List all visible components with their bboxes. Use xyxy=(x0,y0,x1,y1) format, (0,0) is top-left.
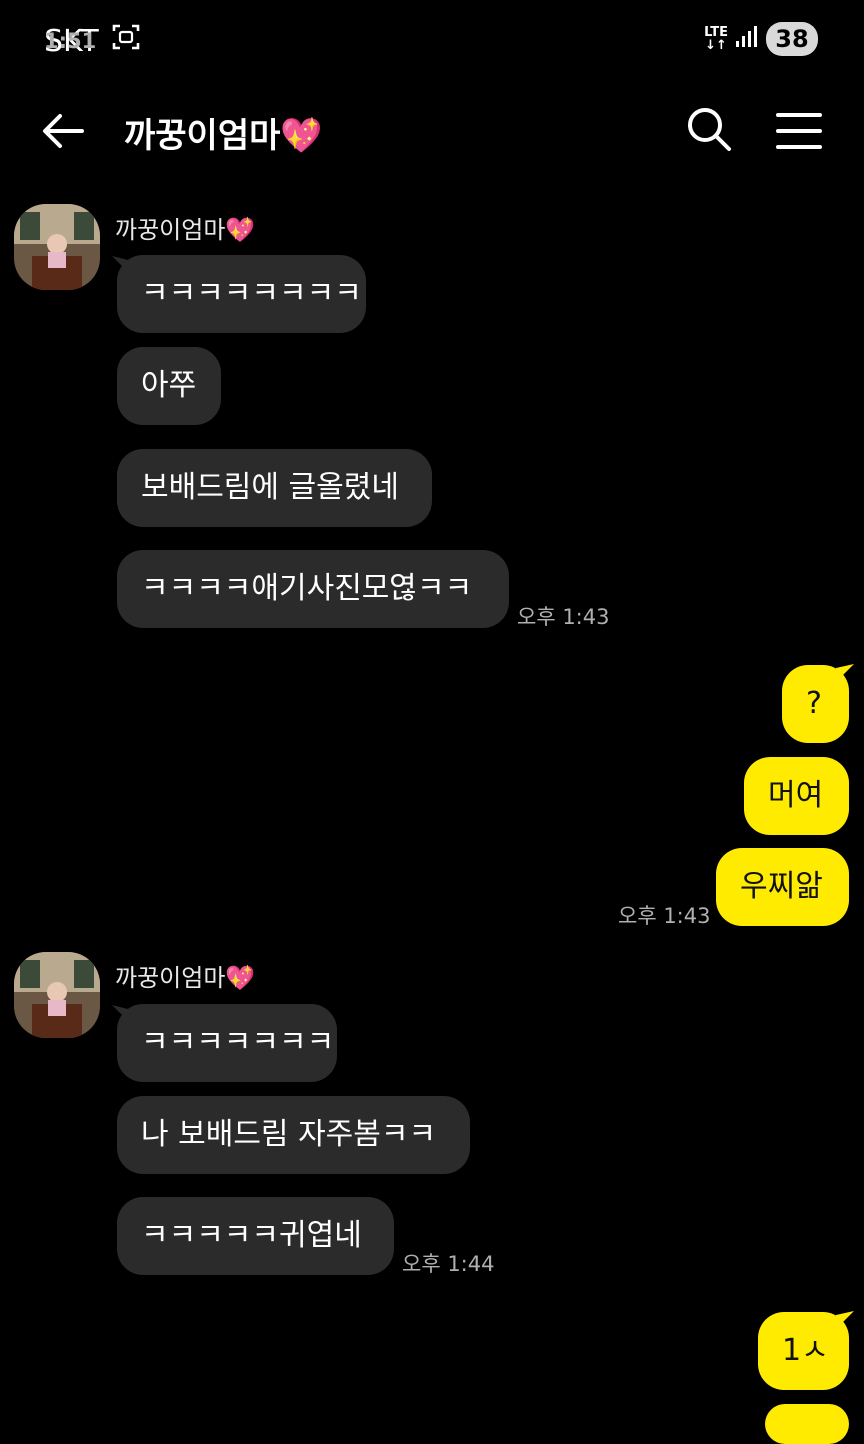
message-bubble[interactable]: 머여 xyxy=(744,757,849,835)
message-bubble[interactable]: ㅋㅋㅋㅋㅋㅋㅋ xyxy=(117,1004,337,1082)
status-left: SKT 1:51 xyxy=(44,22,141,60)
message-bubble[interactable]: ㅋㅋㅋㅋ애기사진모엲ㅋㅋ xyxy=(117,550,509,628)
message-bubble[interactable]: 보배드림에 글올렸네 xyxy=(117,449,432,527)
chat-title: 까꿍이엄마💖 xyxy=(124,116,323,156)
hamburger-menu-icon xyxy=(776,113,822,149)
search-icon xyxy=(688,108,731,151)
search-button[interactable] xyxy=(684,104,734,154)
message-bubble[interactable]: 1ㅅ xyxy=(758,1312,849,1390)
message-time: 오후 1:43 xyxy=(618,904,711,928)
message-time: 오후 1:44 xyxy=(402,1252,495,1276)
clock: 1:51 xyxy=(44,29,97,53)
sender-name: 까꿍이엄마💖 xyxy=(115,216,256,244)
message-time: 오후 1:43 xyxy=(517,605,610,629)
message-bubble[interactable]: 나 보배드림 자주봄ㅋㅋ xyxy=(117,1096,470,1174)
status-right: LTE ↓↑ 38 xyxy=(704,22,818,56)
arrow-left-icon xyxy=(43,114,84,148)
message-bubble[interactable]: ㅋㅋㅋㅋㅋㅋㅋㅋ xyxy=(117,255,366,333)
message-bubble[interactable]: ? xyxy=(782,665,849,743)
message-bubble[interactable]: 우찌앎 xyxy=(716,848,849,926)
message-bubble[interactable]: 아쭈 xyxy=(117,347,221,425)
menu-button[interactable] xyxy=(774,106,824,156)
message-bubble[interactable]: ㅋㅋㅋㅋㅋ귀엽네 xyxy=(117,1197,394,1275)
chat-header: 까꿍이엄마💖 xyxy=(0,90,864,170)
message-bubble-partial[interactable] xyxy=(765,1404,849,1444)
avatar[interactable] xyxy=(14,952,100,1038)
status-bar: SKT 1:51 LTE ↓↑ 38 xyxy=(0,0,864,80)
lte-icon: LTE ↓↑ xyxy=(704,25,728,53)
sender-name: 까꿍이엄마💖 xyxy=(115,964,256,992)
battery-indicator: 38 xyxy=(766,22,818,56)
screenshot-icon xyxy=(111,22,141,60)
back-button[interactable] xyxy=(38,106,88,156)
avatar[interactable] xyxy=(14,204,100,290)
signal-icon xyxy=(736,25,758,53)
